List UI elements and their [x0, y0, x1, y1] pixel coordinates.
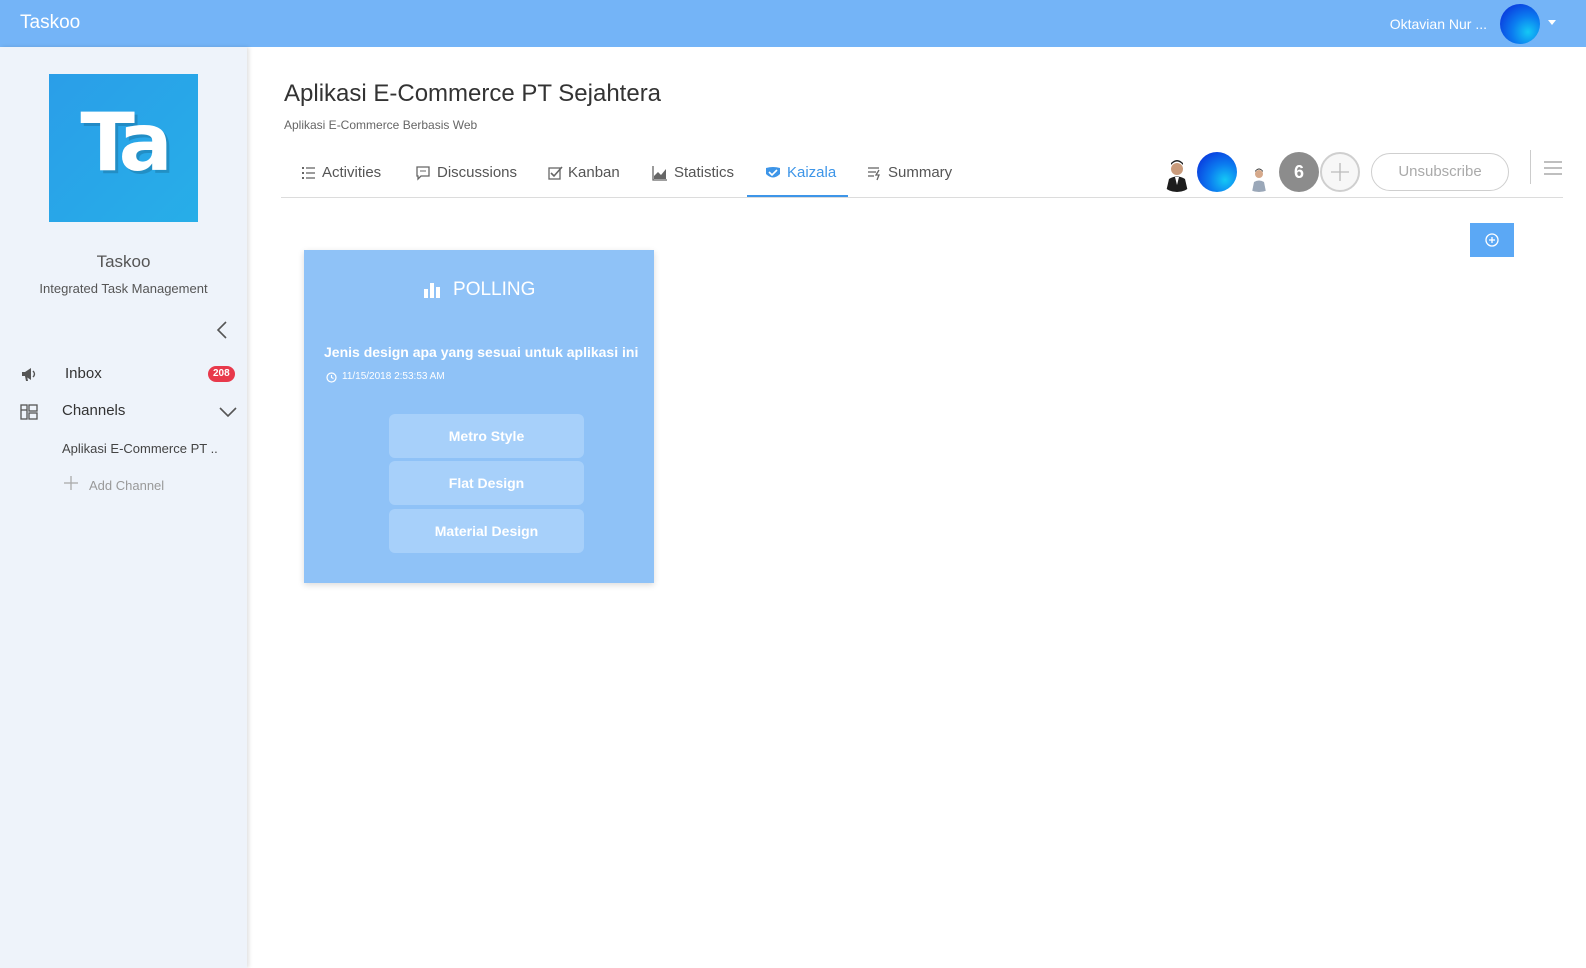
- add-poll-button[interactable]: [1470, 223, 1514, 257]
- chat-icon: [416, 166, 430, 181]
- tab-statistics[interactable]: Statistics: [643, 150, 743, 197]
- unsubscribe-button[interactable]: Unsubscribe: [1371, 153, 1509, 191]
- page-title: Aplikasi E-Commerce PT Sejahtera: [284, 80, 662, 107]
- poll-header: POLLING: [304, 279, 654, 303]
- tab-activities[interactable]: Activities: [291, 150, 401, 197]
- brand-name[interactable]: Taskoo: [20, 12, 80, 34]
- tab-label: Summary: [888, 164, 953, 181]
- sidebar-item-label: Channels: [62, 402, 126, 419]
- plus-circle-icon: [1485, 233, 1499, 247]
- hamburger-menu-icon[interactable]: [1544, 160, 1562, 176]
- sidebar-channel-item[interactable]: Aplikasi E-Commerce PT ..: [62, 441, 218, 456]
- tab-label: Activities: [322, 164, 382, 181]
- megaphone-icon: [22, 368, 36, 381]
- tab-kanban[interactable]: Kanban: [537, 150, 627, 197]
- plus-icon: [64, 476, 78, 490]
- sidebar-item-inbox[interactable]: Inbox 208: [0, 358, 247, 390]
- user-name[interactable]: Oktavian Nur ...: [1390, 16, 1487, 32]
- poll-card: POLLING Jenis design apa yang sesuai unt…: [304, 250, 654, 583]
- poll-option[interactable]: Metro Style: [389, 414, 584, 458]
- tab-label: Discussions: [437, 164, 518, 181]
- divider: [1530, 150, 1531, 184]
- member-count-badge[interactable]: 6: [1279, 152, 1319, 192]
- logo-text: Ta: [80, 96, 172, 189]
- add-channel-label: Add Channel: [89, 478, 165, 493]
- member-avatar[interactable]: [1239, 152, 1279, 192]
- poll-option[interactable]: Flat Design: [389, 461, 584, 505]
- chevron-left-icon[interactable]: [214, 321, 232, 339]
- page-subtitle: Aplikasi E-Commerce Berbasis Web: [284, 118, 478, 132]
- poll-question: Jenis design apa yang sesuai untuk aplik…: [324, 344, 639, 360]
- app-name: Taskoo: [96, 252, 151, 271]
- chevron-down-icon[interactable]: [218, 404, 238, 420]
- poll-option[interactable]: Material Design: [389, 509, 584, 553]
- tab-kaizala[interactable]: Kaizala: [747, 150, 848, 197]
- checkbox-icon: [548, 166, 563, 180]
- bar-chart-icon: [423, 283, 440, 298]
- app-tagline: Integrated Task Management: [39, 281, 208, 296]
- channels-grid-icon: [20, 404, 38, 420]
- tab-label: Statistics: [674, 164, 735, 181]
- app-logo: Ta: [49, 74, 198, 222]
- poll-title: POLLING: [453, 279, 536, 300]
- summary-icon: [868, 167, 880, 181]
- chevron-down-icon[interactable]: [1548, 20, 1556, 25]
- tab-discussions[interactable]: Discussions: [405, 150, 525, 197]
- inbox-count-badge: 208: [208, 366, 235, 382]
- tab-label: Kanban: [568, 164, 620, 181]
- sidebar-item-label: Inbox: [65, 365, 102, 382]
- tab-label: Kaizala: [787, 164, 837, 181]
- tab-summary[interactable]: Summary: [859, 150, 959, 197]
- member-avatar[interactable]: [1157, 152, 1197, 192]
- clock-icon: [326, 372, 337, 383]
- sidebar: Ta Taskoo Integrated Task Management Inb…: [0, 47, 247, 968]
- member-avatar[interactable]: [1197, 152, 1237, 192]
- poll-timestamp-text: 11/15/2018 2:53:53 AM: [342, 371, 445, 382]
- sidebar-item-channels[interactable]: Channels: [0, 396, 247, 428]
- kaizala-icon: [766, 167, 780, 178]
- user-avatar[interactable]: [1500, 4, 1540, 44]
- list-icon: [302, 167, 315, 179]
- area-chart-icon: [652, 166, 667, 181]
- add-member-button[interactable]: [1320, 152, 1360, 192]
- top-bar: Taskoo Oktavian Nur ...: [0, 0, 1586, 47]
